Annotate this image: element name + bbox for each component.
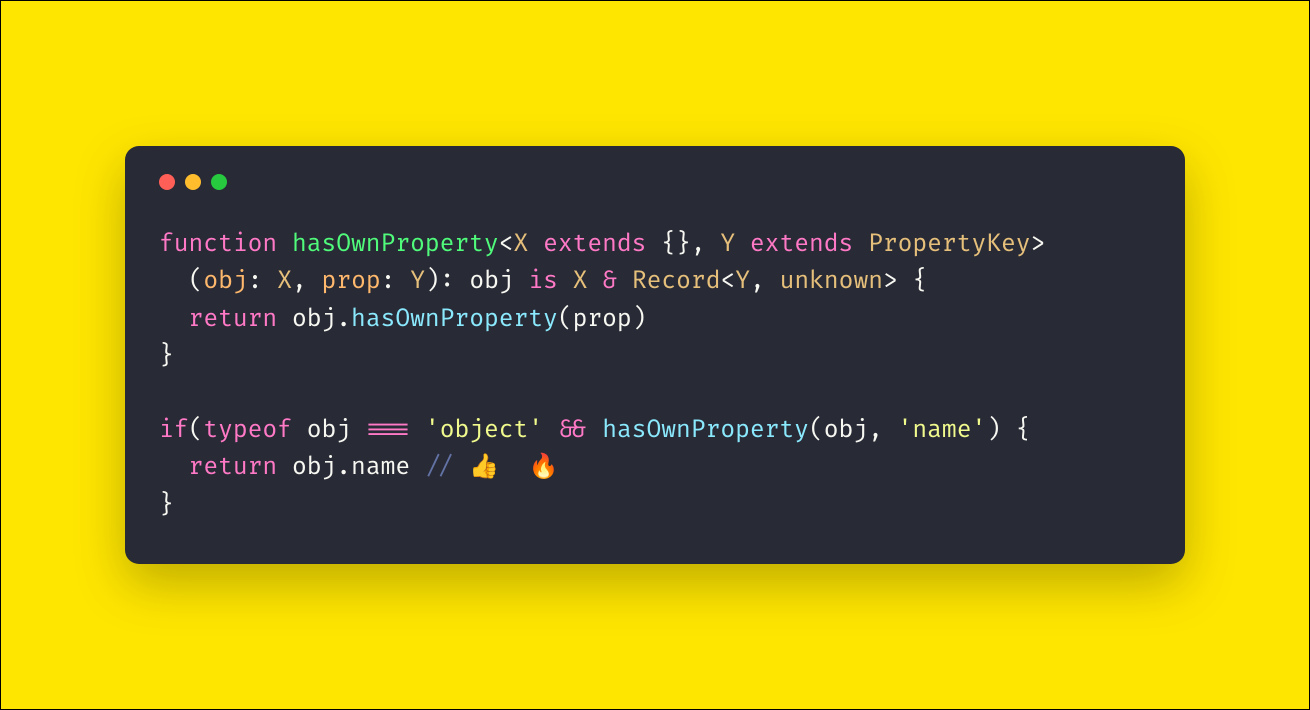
traffic-lights — [159, 174, 1151, 190]
traffic-light-close-icon — [159, 174, 175, 190]
code-line-1: function hasOwnProperty<X extends {}, Y … — [159, 226, 1151, 263]
code-line-3: return obj.hasOwnProperty(prop) — [159, 301, 1151, 338]
comment: // 👍 🔥 — [425, 453, 559, 482]
param-prop: prop — [322, 267, 381, 296]
code-line-2: (obj: X, prop: Y): obj is X & Record<Y, … — [159, 263, 1151, 300]
code-line-5 — [159, 375, 1151, 412]
kw-function: function — [159, 230, 277, 259]
code-line-6: if(typeof obj === 'object' && hasOwnProp… — [159, 412, 1151, 449]
traffic-light-minimize-icon — [185, 174, 201, 190]
kw-return: return — [189, 453, 278, 482]
code-line-8: } — [159, 487, 1151, 524]
traffic-light-zoom-icon — [211, 174, 227, 190]
call-hasOwnProperty: hasOwnProperty — [351, 305, 558, 334]
param-obj: obj — [203, 267, 247, 296]
kw-typeof: typeof — [203, 416, 292, 445]
kw-if: if — [159, 416, 189, 445]
code-line-4: } — [159, 338, 1151, 375]
type-Y: Y — [720, 230, 735, 259]
fn-decl-name: hasOwnProperty — [292, 230, 499, 259]
code-line-7: return obj.name // 👍 🔥 — [159, 449, 1151, 486]
call-hasOwnProperty: hasOwnProperty — [602, 416, 809, 445]
kw-extends: extends — [543, 230, 646, 259]
type-Record: Record — [632, 267, 721, 296]
code-block: function hasOwnProperty<X extends {}, Y … — [159, 226, 1151, 524]
kw-extends: extends — [750, 230, 853, 259]
type-unknown: unknown — [780, 267, 883, 296]
code-window: function hasOwnProperty<X extends {}, Y … — [125, 146, 1185, 564]
type-X: X — [514, 230, 529, 259]
kw-return: return — [189, 305, 278, 334]
str-object: 'object' — [425, 416, 543, 445]
op-strict-eq: === — [366, 416, 410, 445]
type-PropertyKey: PropertyKey — [868, 230, 1030, 259]
kw-is: is — [528, 267, 558, 296]
op-and: && — [558, 416, 588, 445]
str-name: 'name' — [898, 416, 987, 445]
